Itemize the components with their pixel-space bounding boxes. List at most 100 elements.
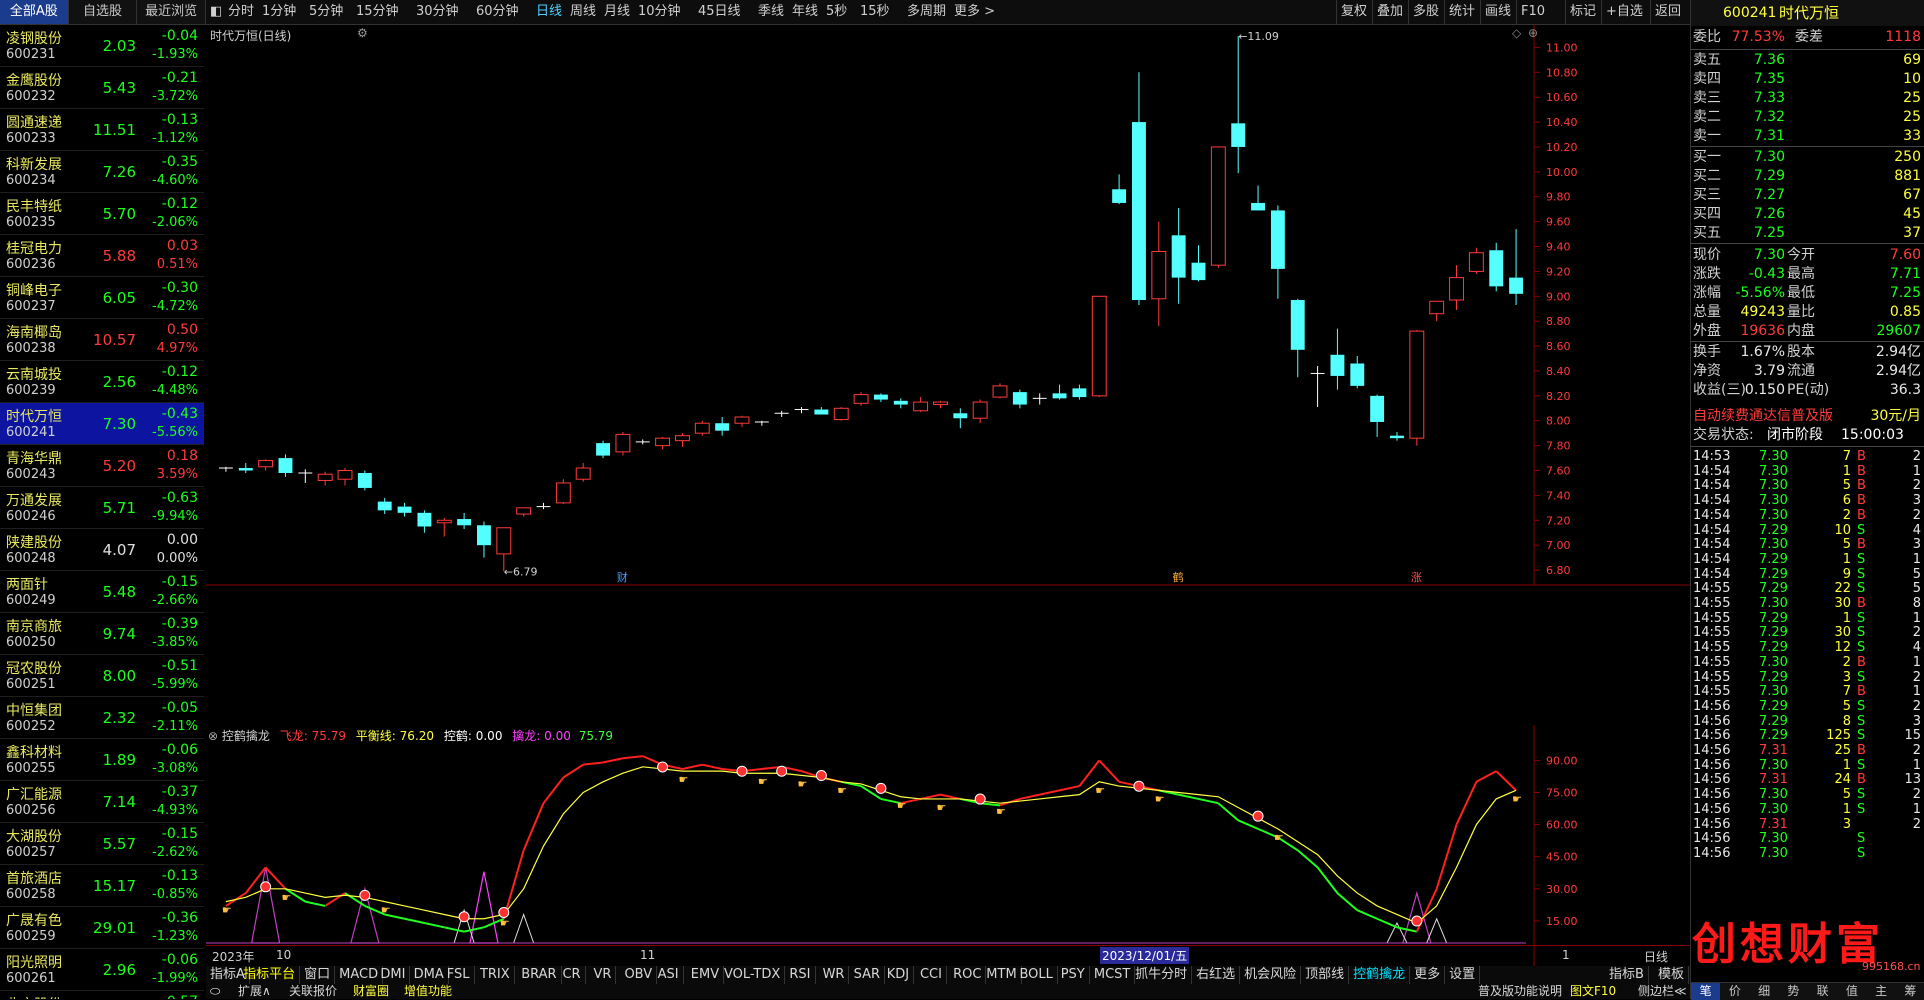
candlestick-chart[interactable]: 11.00 10.80 10.60 10.40 10.20 10.00 9.80 9.60 9.…: [206, 25, 1690, 725]
ad-row[interactable]: 自动续费通达信普及版 30元/月: [1691, 407, 1924, 426]
quote-tab[interactable]: 值: [1837, 983, 1866, 1000]
indicator-tab[interactable]: ROC: [949, 966, 987, 984]
stock-row[interactable]: 陕建股份 600248 4.07 0.00 0.00%: [0, 529, 204, 571]
period-tab[interactable]: 60分钟: [476, 0, 519, 24]
indicator-tab[interactable]: 控鹤擒龙: [1349, 966, 1411, 984]
stock-row[interactable]: 首旅酒店 600258 15.17 -0.13 -0.85%: [0, 865, 204, 907]
toolbar-button[interactable]: 标记: [1565, 0, 1596, 24]
stock-row[interactable]: 鑫科材料 600255 1.89 -0.06 -3.08%: [0, 739, 204, 781]
indicator-tab[interactable]: ASI: [654, 966, 684, 984]
indicator-tab[interactable]: 更多: [1410, 966, 1446, 984]
period-tab[interactable]: 日线: [536, 0, 562, 24]
indicator-tab[interactable]: 指标B: [1605, 966, 1649, 984]
toolbar-button[interactable]: 复权: [1336, 0, 1367, 24]
toolbar-button[interactable]: 画线: [1480, 0, 1511, 24]
indicator-tab[interactable]: 右红选: [1192, 966, 1241, 984]
period-tab[interactable]: 30分钟: [416, 0, 459, 24]
indicator-tab[interactable]: BRAR: [517, 966, 562, 984]
left-tab[interactable]: 全部A股: [0, 0, 69, 24]
stock-row[interactable]: 两面针 600249 5.48 -0.15 -2.66%: [0, 571, 204, 613]
indicator-tab[interactable]: EMV: [687, 966, 725, 984]
indicator-tab[interactable]: RSI: [785, 966, 816, 984]
sidebar-toggle-icon[interactable]: ◧: [210, 0, 222, 24]
indicator-tab[interactable]: SAR: [850, 966, 885, 984]
toolbar-button[interactable]: +自选: [1601, 0, 1643, 24]
stock-row[interactable]: 圆通速递 600233 11.51 -0.13 -1.12%: [0, 109, 204, 151]
indicator-tab[interactable]: BOLL: [1015, 966, 1058, 984]
expand-icon[interactable]: ⊕: [1528, 26, 1538, 40]
indicator-tab[interactable]: OBV: [620, 966, 658, 984]
stock-row[interactable]: 北方股份60026217.32-0.57-3.19%: [0, 991, 204, 999]
stock-row[interactable]: 冠农股份 600251 8.00 -0.51 -5.99%: [0, 655, 204, 697]
indicator-tab[interactable]: CR: [558, 966, 586, 984]
extension-tab[interactable]: 侧边栏≪: [1634, 984, 1691, 999]
left-tab[interactable]: 自选股: [69, 0, 138, 24]
extension-tab[interactable]: 财富圈: [349, 984, 393, 999]
quote-tab[interactable]: 价: [1720, 983, 1749, 1000]
stock-row[interactable]: 南京商旅 600250 9.74 -0.39 -3.85%: [0, 613, 204, 655]
event-marker[interactable]: 财: [617, 570, 628, 584]
period-tab[interactable]: 15分钟: [356, 0, 399, 24]
toolbar-button[interactable]: 多股: [1408, 0, 1439, 24]
stock-row[interactable]: 青海华鼎 600243 5.20 0.18 3.59%: [0, 445, 204, 487]
indicator-tab[interactable]: TRIX: [476, 966, 515, 984]
event-marker[interactable]: 鹤: [1173, 570, 1184, 584]
period-tab[interactable]: 分时: [228, 0, 254, 24]
quote-tab[interactable]: 笔: [1691, 983, 1721, 1000]
period-tab[interactable]: 5分钟: [309, 0, 343, 24]
indicator-tab[interactable]: 机会风险: [1240, 966, 1302, 984]
stock-row[interactable]: 时代万恒 600241 7.30 -0.43 -5.56%: [0, 403, 204, 445]
indicator-tab[interactable]: 指标平台: [239, 966, 301, 984]
extension-tab[interactable]: 图文F10: [1566, 984, 1620, 999]
toolbar-button[interactable]: 叠加: [1372, 0, 1403, 24]
stock-row[interactable]: 广汇能源 600256 7.14 -0.37 -4.93%: [0, 781, 204, 823]
stock-row[interactable]: 凌钢股份 600231 2.03 -0.04 -1.93%: [0, 25, 204, 67]
period-tab[interactable]: 10分钟: [638, 0, 681, 24]
stock-row[interactable]: 科新发展 600234 7.26 -0.35 -4.60%: [0, 151, 204, 193]
quote-tab[interactable]: 细: [1750, 983, 1779, 1000]
stock-row[interactable]: 广晟有色 600259 29.01 -0.36 -1.23%: [0, 907, 204, 949]
period-tab[interactable]: 45日线: [698, 0, 741, 24]
left-tab[interactable]: 最近浏览: [137, 0, 207, 24]
toolbar-button[interactable]: F10: [1516, 0, 1545, 24]
indicator-tab[interactable]: 抓牛分时: [1131, 966, 1193, 984]
period-tab[interactable]: 1分钟: [262, 0, 296, 24]
indicator-chart[interactable]: 90.00 75.00 60.00 45.00 30.00 15.00 ☛ ☛ ☛ ☛ ☛ ☛ ☛ ☛ ☛ ☛…: [206, 725, 1690, 966]
period-tab[interactable]: 月线: [604, 0, 630, 24]
indicator-tab[interactable]: CCI: [916, 966, 947, 984]
period-tab[interactable]: 5秒: [826, 0, 847, 24]
extension-tab[interactable]: 普及版功能说明: [1474, 984, 1566, 999]
extension-tab[interactable]: 关联报价: [285, 984, 341, 999]
period-tab[interactable]: 多周期: [907, 0, 946, 24]
toolbar-button[interactable]: 统计: [1444, 0, 1475, 24]
extension-tab[interactable]: 增值功能: [400, 984, 456, 999]
period-tab[interactable]: 15秒: [860, 0, 890, 24]
indicator-close-icon[interactable]: ⊗: [208, 729, 218, 743]
indicator-tab[interactable]: 设置: [1445, 966, 1481, 984]
toolbar-button[interactable]: 返回: [1650, 0, 1681, 24]
stock-row[interactable]: 铜峰电子 600237 6.05 -0.30 -4.72%: [0, 277, 204, 319]
stock-row[interactable]: 阳光照明 600261 2.96 -0.06 -1.99%: [0, 949, 204, 991]
indicator-tab[interactable]: PSY: [1057, 966, 1090, 984]
indicator-tab[interactable]: 模板: [1654, 966, 1690, 984]
indicator-tab[interactable]: VR: [589, 966, 617, 984]
stock-row[interactable]: 万通发展 600246 5.71 -0.63 -9.94%: [0, 487, 204, 529]
diamond-icon[interactable]: ◇: [1512, 26, 1521, 40]
period-tab[interactable]: 周线: [570, 0, 596, 24]
indicator-tab[interactable]: 窗口: [300, 966, 336, 984]
extension-tab[interactable]: 扩展∧: [234, 984, 275, 999]
indicator-tab[interactable]: MCST: [1090, 966, 1136, 984]
stock-row[interactable]: 民丰特纸 600235 5.70 -0.12 -2.06%: [0, 193, 204, 235]
period-tab[interactable]: 季线: [758, 0, 784, 24]
stock-row[interactable]: 金鹰股份 600232 5.43 -0.21 -3.72%: [0, 67, 204, 109]
chart-settings-icon[interactable]: ⚙: [357, 26, 368, 40]
indicator-tab[interactable]: DMI: [376, 966, 411, 984]
stock-row[interactable]: 海南椰岛 600238 10.57 0.50 4.97%: [0, 319, 204, 361]
quote-tab[interactable]: 主: [1867, 983, 1896, 1000]
indicator-tab[interactable]: FSL: [443, 966, 475, 984]
indicator-tab[interactable]: 顶部线: [1301, 966, 1350, 984]
event-marker[interactable]: 涨: [1411, 571, 1422, 584]
indicator-tab[interactable]: WR: [819, 966, 850, 984]
period-tab[interactable]: 更多 >: [954, 0, 995, 24]
toggle-icon[interactable]: ⬭: [206, 984, 224, 999]
